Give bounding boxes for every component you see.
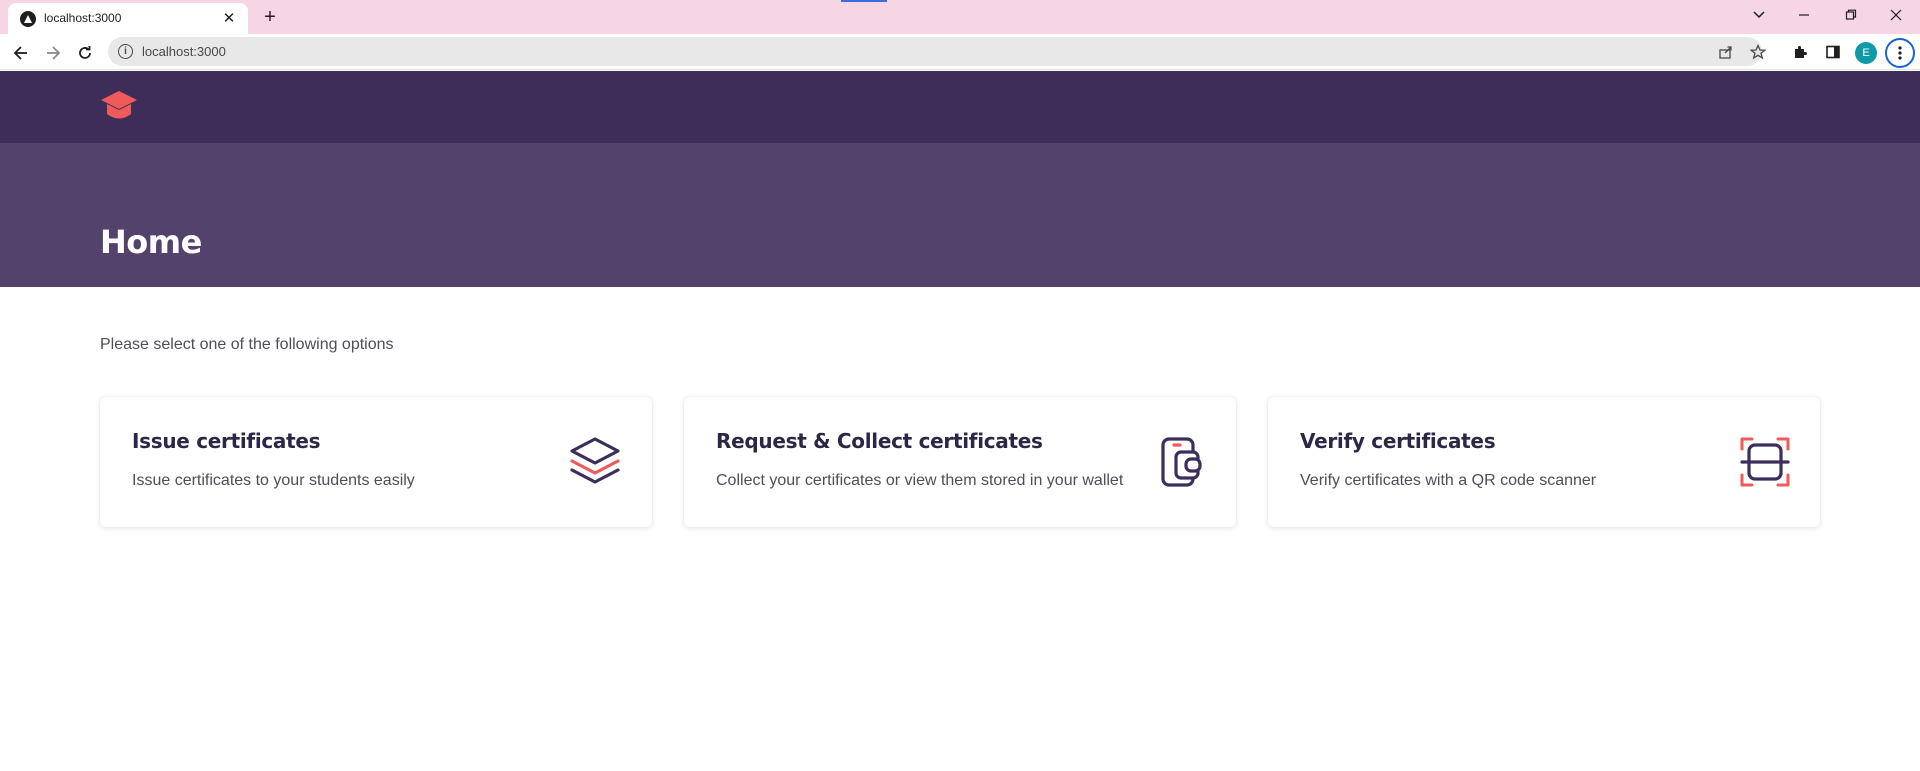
restore-icon	[1845, 9, 1857, 20]
favicon-icon	[20, 11, 36, 27]
restore-button[interactable]	[1831, 2, 1871, 28]
card-title: Verify certificates	[1300, 429, 1496, 453]
issue-certificates-card[interactable]: Issue certificates Issue certificates to…	[100, 397, 652, 527]
app-header	[0, 71, 1920, 143]
chevron-down-icon	[1753, 11, 1765, 19]
side-panel-icon[interactable]	[1821, 40, 1845, 64]
share-icon[interactable]	[1716, 42, 1736, 62]
scan-icon	[1738, 435, 1792, 489]
card-title: Issue certificates	[132, 429, 321, 453]
graduation-cap-icon[interactable]	[100, 89, 138, 125]
card-description: Issue certificates to your students easi…	[132, 472, 415, 489]
tab-search-button[interactable]	[1739, 2, 1779, 28]
browser-tabstrip: localhost:3000 ✕ +	[0, 0, 1920, 34]
page-content: Home Please select one of the following …	[0, 71, 1920, 771]
menu-icon	[1898, 46, 1902, 60]
forward-button[interactable]	[40, 40, 66, 66]
card-title: Request & Collect certificates	[716, 429, 1043, 453]
browser-menu-button[interactable]	[1885, 38, 1915, 68]
layers-icon	[568, 435, 622, 489]
minimize-button[interactable]	[1784, 2, 1824, 28]
close-icon	[1890, 9, 1902, 21]
reload-icon	[79, 46, 91, 59]
card-description: Verify certificates with a QR code scann…	[1300, 472, 1597, 489]
page-hero: Home	[0, 143, 1920, 287]
browser-tab[interactable]: localhost:3000 ✕	[8, 3, 248, 34]
tab-title: localhost:3000	[44, 11, 122, 25]
browser-toolbar: i localhost:3000 E	[0, 34, 1920, 70]
tab-close-icon[interactable]: ✕	[220, 9, 238, 27]
close-window-button[interactable]	[1876, 2, 1916, 28]
card-description: Collect your certificates or view them s…	[716, 472, 1124, 489]
back-button[interactable]	[8, 40, 34, 66]
address-url: localhost:3000	[142, 44, 226, 59]
minimize-icon	[1799, 14, 1809, 16]
wallet-icon	[1154, 435, 1208, 489]
back-icon	[13, 46, 27, 60]
profile-avatar[interactable]: E	[1855, 42, 1877, 64]
page-title: Home	[100, 223, 202, 261]
extensions-icon[interactable]	[1788, 40, 1812, 64]
address-bar[interactable]: i localhost:3000	[108, 37, 1766, 66]
forward-icon	[47, 46, 61, 60]
info-icon[interactable]: i	[118, 44, 133, 59]
tabstrip-accent	[841, 0, 887, 2]
request-collect-certificates-card[interactable]: Request & Collect certificates Collect y…	[684, 397, 1236, 527]
star-icon[interactable]	[1748, 42, 1768, 62]
new-tab-button[interactable]: +	[258, 6, 282, 28]
verify-certificates-card[interactable]: Verify certificates Verify certificates …	[1268, 397, 1820, 527]
reload-button[interactable]	[72, 40, 98, 66]
intro-text: Please select one of the following optio…	[100, 336, 394, 353]
